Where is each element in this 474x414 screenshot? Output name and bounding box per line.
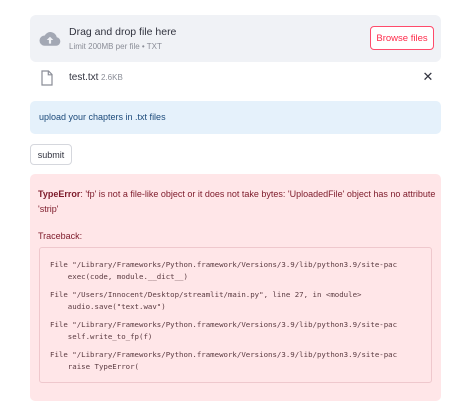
close-icon[interactable]: ✕ — [420, 68, 436, 86]
traceback-line: File "/Users/Innocent/Desktop/streamlit/… — [50, 290, 362, 299]
dropzone-title: Drag and drop file here — [69, 26, 177, 38]
error-type: TypeError — [38, 189, 81, 199]
traceback-line: File "/Library/Frameworks/Python.framewo… — [50, 320, 398, 329]
cloud-upload-icon — [39, 32, 61, 46]
uploaded-file-row: test.txt 2.6KB ✕ — [30, 66, 441, 92]
traceback-line: self.write_to_fp(f) — [50, 332, 153, 341]
traceback-line: exec(code, module.__dict__) — [50, 272, 188, 281]
file-uploader-dropzone[interactable]: Drag and drop file here Limit 200MB per … — [30, 15, 441, 62]
file-name: test.txt — [69, 72, 99, 83]
traceback-line: File "/Library/Frameworks/Python.framewo… — [50, 260, 398, 269]
traceback-line: File "/Library/Frameworks/Python.framewo… — [50, 350, 398, 359]
traceback-line: raise TypeError( — [50, 362, 139, 371]
dropzone-limit-text: Limit 200MB per file • TXT — [69, 42, 162, 51]
error-description: : 'fp' is not a file-like object or it d… — [38, 189, 436, 214]
submit-button[interactable]: submit — [30, 144, 72, 165]
traceback-code-block[interactable]: File "/Library/Frameworks/Python.framewo… — [39, 247, 432, 383]
browse-files-button[interactable]: Browse files — [370, 26, 434, 50]
traceback-label: Traceback: — [38, 231, 83, 241]
info-alert: upload your chapters in .txt files — [30, 101, 441, 134]
file-size: 2.6KB — [101, 73, 123, 82]
traceback-line: audio.save("text.wav") — [50, 302, 166, 311]
error-message: TypeError: 'fp' is not a file-like objec… — [38, 187, 436, 217]
info-text: upload your chapters in .txt files — [39, 112, 166, 122]
file-icon — [41, 70, 53, 86]
error-alert: TypeError: 'fp' is not a file-like objec… — [30, 174, 441, 401]
